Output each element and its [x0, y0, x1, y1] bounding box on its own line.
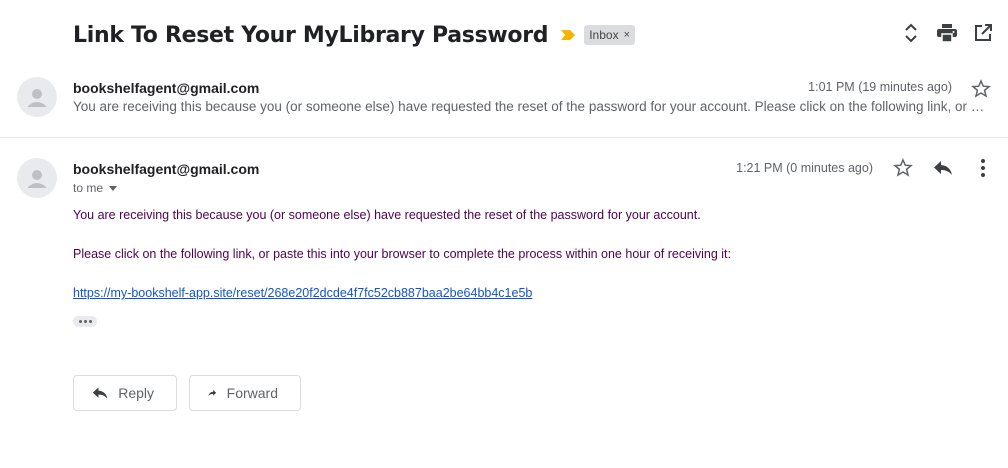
inbox-label-text: Inbox [589, 28, 619, 42]
thread-toolbar [900, 22, 994, 44]
dot-icon [78, 320, 82, 323]
message-body-line: You are receiving this because you (or s… [73, 208, 701, 222]
show-trimmed-content-button[interactable] [73, 316, 97, 327]
collapsed-message[interactable]: bookshelfagent@gmail.com 1:01 PM (19 min… [0, 64, 1008, 138]
message-timestamp: 1:01 PM (19 minutes ago) [808, 80, 952, 94]
email-view: Link To Reset Your MyLibrary Password In… [0, 0, 1008, 468]
expand-collapse-icon[interactable] [900, 22, 922, 44]
inbox-label-chip: Inbox × [584, 25, 636, 45]
reply-icon [92, 387, 108, 399]
avatar [17, 158, 57, 198]
expanded-message: bookshelfagent@gmail.com to me 1:21 PM (… [0, 146, 1008, 468]
message-timestamp: 1:21 PM (0 minutes ago) [736, 161, 873, 175]
print-icon[interactable] [936, 22, 958, 44]
message-snippet: You are receiving this because you (or s… [73, 99, 991, 114]
forward-button-label: Forward [226, 385, 278, 401]
star-icon[interactable] [892, 157, 914, 179]
forward-button[interactable]: Forward [189, 375, 301, 411]
dot-icon [83, 320, 87, 323]
importance-marker-icon[interactable] [560, 29, 576, 41]
more-options-icon[interactable] [972, 157, 994, 179]
password-reset-link[interactable]: https://my-bookshelf-app.site/reset/268e… [73, 286, 532, 300]
sender-name: bookshelfagent@gmail.com [73, 80, 260, 96]
reply-forward-row: Reply Forward [73, 375, 301, 411]
recipient-details-toggle[interactable]: to me [73, 181, 118, 195]
chevron-down-icon [109, 186, 118, 191]
reply-button[interactable]: Reply [73, 375, 177, 411]
reply-button-label: Reply [118, 385, 154, 401]
subject-row: Link To Reset Your MyLibrary Password In… [73, 20, 636, 50]
open-in-new-window-icon[interactable] [972, 22, 994, 44]
recipient-label: to me [73, 181, 104, 195]
remove-label-icon[interactable]: × [624, 29, 630, 41]
email-subject: Link To Reset Your MyLibrary Password [73, 22, 549, 48]
avatar [17, 77, 57, 117]
reply-icon[interactable] [932, 157, 954, 179]
dot-icon [88, 320, 92, 323]
sender-name: bookshelfagent@gmail.com [73, 161, 260, 177]
message-actions [892, 157, 994, 179]
forward-icon [208, 389, 217, 397]
star-icon[interactable] [970, 78, 992, 100]
message-body-line: Please click on the following link, or p… [73, 247, 731, 261]
